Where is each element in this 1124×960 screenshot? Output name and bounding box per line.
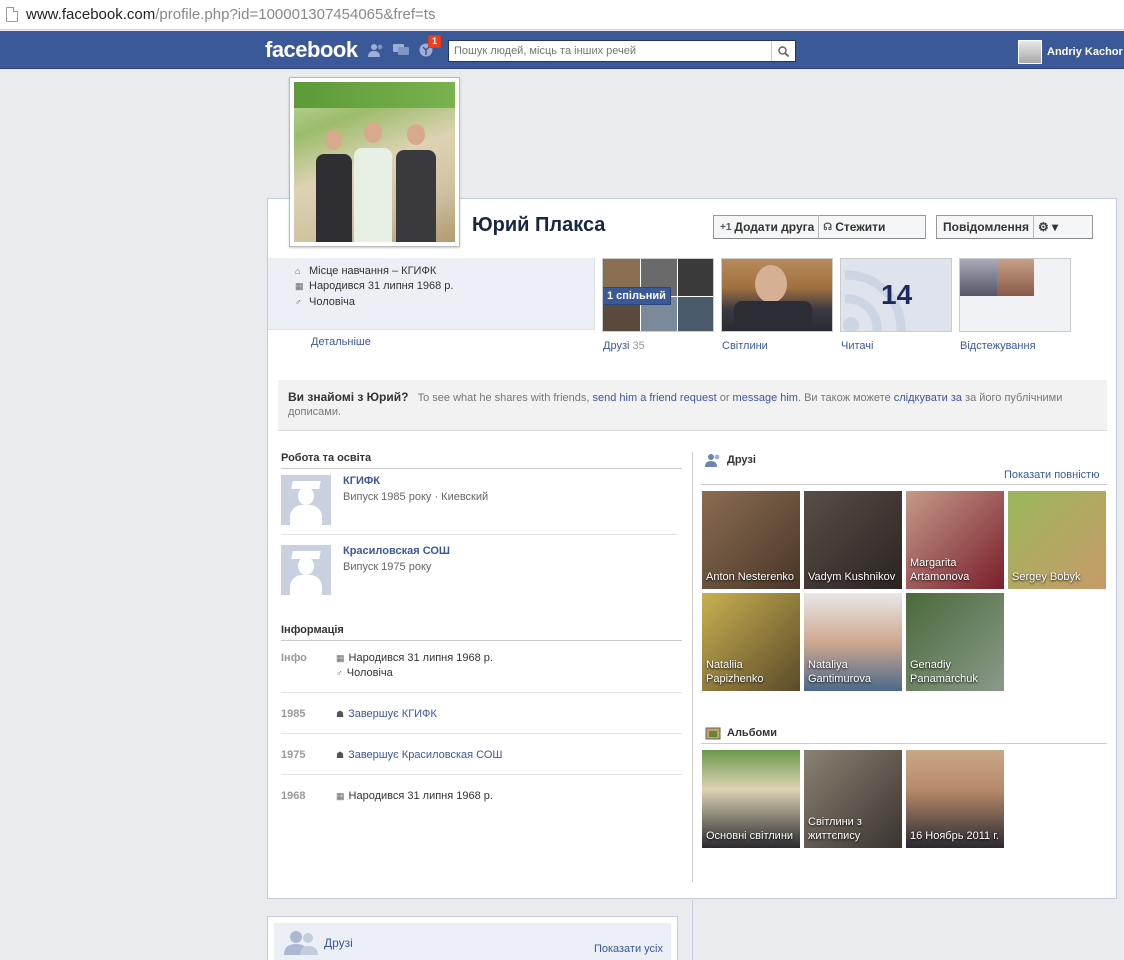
- life-event-row: 1985 ☗ Завершує КГИФК: [281, 708, 682, 734]
- school-name-link[interactable]: Красиловская СОШ: [343, 545, 450, 557]
- friends-tile[interactable]: 1 спільний: [602, 258, 714, 332]
- albums-section-title: Альбоми: [705, 726, 777, 740]
- male-icon: ♂: [295, 296, 302, 307]
- follow-link[interactable]: слідкувати за: [894, 392, 962, 404]
- friends-icon: [284, 931, 318, 955]
- send-friend-request-link[interactable]: send him a friend request: [593, 392, 717, 404]
- life-event-row: 1968 ▦ Народився 31 липня 1968 р.: [281, 790, 493, 802]
- life-event-row: 1975 ☗ Завершує Красиловская СОШ: [281, 749, 682, 775]
- messages-icon[interactable]: [393, 43, 409, 57]
- information-title: Інформація: [281, 624, 682, 641]
- profile-photo-image: [294, 82, 455, 242]
- education-item: КГИФК Випуск 1985 року · Киевский: [281, 475, 678, 535]
- column-divider: [692, 452, 693, 882]
- following-tile-label[interactable]: Відстежування: [960, 340, 1036, 352]
- profile-picture[interactable]: [289, 77, 460, 247]
- bottom-friends-title[interactable]: Друзі: [324, 936, 353, 950]
- message-him-link[interactable]: message him: [733, 392, 798, 404]
- follow-button[interactable]: Стежити: [835, 220, 885, 234]
- subscribers-count: 14: [881, 279, 913, 310]
- album-cell[interactable]: Основні світлини: [702, 750, 800, 848]
- do-you-know-box: Ви знайомі з Юрий? To see what he shares…: [278, 380, 1107, 431]
- add-friend-button[interactable]: Додати друга: [734, 220, 814, 234]
- column-divider-lower: [692, 900, 693, 960]
- friend-photo-cell[interactable]: Margarita Artamonova: [906, 491, 1004, 589]
- friends-section-rule: [701, 484, 1107, 485]
- friend-photo-cell[interactable]: Vadym Kushnikov: [804, 491, 902, 589]
- subscribers-tile[interactable]: 14: [840, 258, 952, 332]
- friends-tile-label[interactable]: Друзі 35: [603, 340, 645, 352]
- address-bar[interactable]: www.facebook.com/profile.php?id=10000130…: [0, 0, 1124, 30]
- friend-photo-cell[interactable]: Anton Nesterenko: [702, 491, 800, 589]
- message-button[interactable]: Повідомлення: [943, 220, 1029, 234]
- notification-count-badge: 1: [428, 35, 442, 48]
- rss-icon: ☊: [823, 221, 833, 233]
- album-cell[interactable]: Світлини з життєпису: [804, 750, 902, 848]
- education-item: Красиловская СОШ Випуск 1975 року: [281, 545, 678, 595]
- photos-tile[interactable]: [721, 258, 833, 332]
- friend-photo-cell[interactable]: Genadiy Panamarchuk: [906, 593, 1004, 691]
- male-icon: ♂: [336, 668, 343, 678]
- calendar-icon: ▦: [295, 280, 304, 291]
- details-link[interactable]: Детальніше: [311, 336, 371, 348]
- friends-section-title: Друзі: [705, 453, 756, 467]
- work-education-title: Робота та освіта: [281, 452, 682, 469]
- add-friend-icon: +1: [720, 221, 732, 233]
- know-question: Ви знайомі з Юрий?: [288, 390, 409, 404]
- friend-photo-cell[interactable]: Sergey Bobyk: [1008, 491, 1106, 589]
- friend-requests-icon[interactable]: [368, 43, 384, 57]
- user-name: Andriy Kachor: [1047, 46, 1123, 58]
- friend-photo-cell[interactable]: Nataliya Gantimurova: [804, 593, 902, 691]
- gender-line: ♂ Чоловіча: [295, 296, 356, 308]
- url-text[interactable]: www.facebook.com/profile.php?id=10000130…: [26, 6, 435, 23]
- mutual-friends-badge[interactable]: 1 спільний: [603, 287, 671, 305]
- graduation-cap-icon: ☗: [336, 749, 345, 760]
- graduation-cap-icon: ⌂: [295, 265, 301, 276]
- search-icon[interactable]: [771, 41, 795, 61]
- subscribers-tile-label[interactable]: Читачі: [841, 340, 873, 352]
- photos-tile-label[interactable]: Світлини: [722, 340, 768, 352]
- school-name-link[interactable]: КГИФК: [343, 475, 380, 487]
- birthday-line: ▦ Народився 31 липня 1968 р.: [295, 280, 454, 292]
- add-friend-follow-group: +1 Додати друга ☊ Стежити: [713, 215, 926, 239]
- album-icon: [705, 727, 721, 740]
- facebook-logo[interactable]: facebook: [265, 37, 358, 63]
- friends-show-all-link[interactable]: Показати повністю: [1004, 469, 1099, 481]
- gear-dropdown-button[interactable]: ⚙ ▾: [1038, 220, 1058, 234]
- profile-name: Юрий Плакса: [472, 214, 606, 236]
- message-group: Повідомлення ⚙ ▾: [936, 215, 1093, 239]
- page-icon: [6, 7, 18, 22]
- following-tile[interactable]: [959, 258, 1071, 332]
- graduation-cap-icon: ☗: [336, 708, 345, 719]
- school-icon: [281, 475, 331, 525]
- user-avatar: [1018, 40, 1042, 64]
- search-box: [448, 40, 796, 62]
- album-cell[interactable]: 16 Ноябрь 2011 г.: [906, 750, 1004, 848]
- search-input[interactable]: [449, 41, 771, 61]
- profile-info-box: ⌂ Місце навчання – КГИФК ▦ Народився 31 …: [268, 258, 595, 330]
- bottom-show-all-link[interactable]: Показати усіх: [594, 943, 663, 955]
- info-row: Інфо ▦ Народився 31 липня 1968 р. ♂ Чолові…: [281, 652, 682, 693]
- friends-icon: [705, 454, 720, 467]
- user-profile-link[interactable]: Andriy Kachor: [1018, 40, 1123, 64]
- calendar-icon: ▦: [336, 652, 345, 663]
- bottom-friends-panel: Друзі Показати усіх: [267, 916, 678, 960]
- friend-photo-cell[interactable]: Nataliia Papizhenko: [702, 593, 800, 691]
- albums-section-rule: [701, 743, 1107, 744]
- school-icon: [281, 545, 331, 595]
- education-line: ⌂ Місце навчання – КГИФК: [295, 265, 437, 277]
- top-navigation-bar: facebook 1 Andriy Kachor: [0, 31, 1124, 69]
- calendar-icon: ▦: [336, 790, 345, 801]
